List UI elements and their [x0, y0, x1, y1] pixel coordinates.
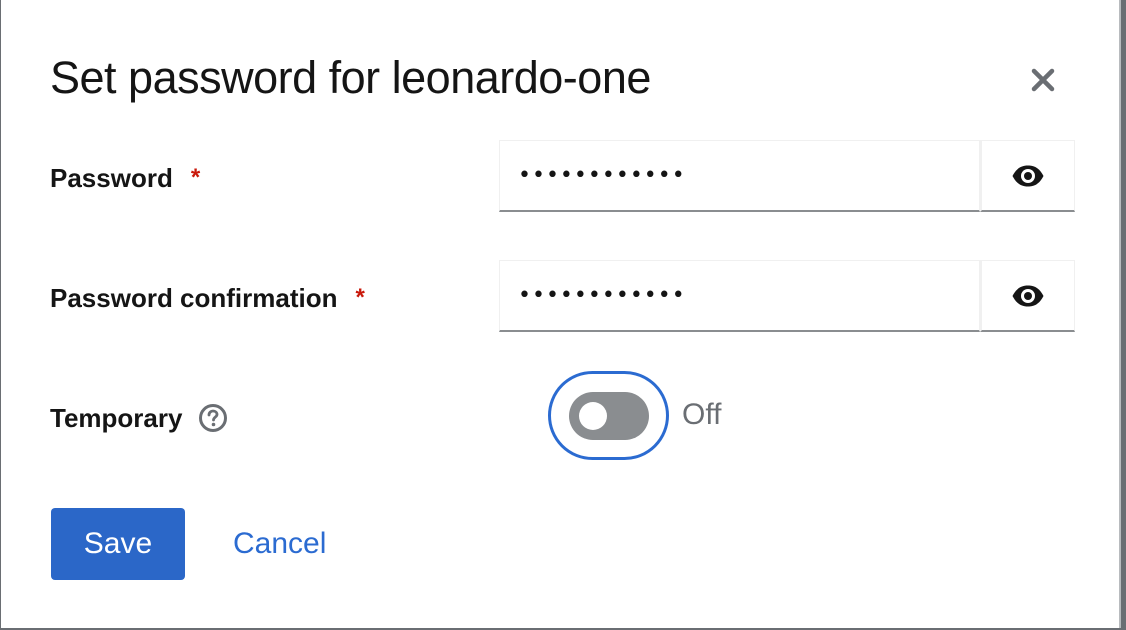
temporary-switch-knob [578, 401, 607, 430]
temporary-switch-track [568, 391, 649, 440]
temporary-help-button[interactable] [198, 403, 228, 433]
password-confirmation-label: Password confirmation * [50, 280, 365, 316]
eye-icon [1012, 165, 1044, 186]
password-confirmation-label-text: Password confirmation [50, 282, 338, 313]
password-required-mark: * [190, 164, 201, 191]
help-circle-icon [199, 404, 228, 432]
password-visibility-toggle[interactable] [980, 140, 1075, 212]
temporary-switch-state: Off [682, 398, 722, 431]
close-icon [1031, 68, 1055, 92]
password-input[interactable] [499, 140, 980, 212]
password-confirmation-visibility-toggle[interactable] [980, 260, 1075, 332]
password-confirmation-input-group [499, 260, 1075, 332]
temporary-label-text: Temporary [50, 402, 183, 433]
password-confirmation-required-mark: * [355, 284, 365, 311]
modal-title: Set password for leonardo-one [50, 52, 651, 103]
eye-icon [1012, 285, 1044, 306]
cancel-button[interactable]: Cancel [221, 508, 338, 580]
save-button[interactable]: Save [51, 508, 185, 580]
temporary-switch[interactable] [548, 371, 669, 460]
password-input-group [499, 140, 1075, 212]
password-label-text: Password [50, 162, 173, 193]
temporary-label: Temporary [50, 400, 228, 436]
set-password-modal: Set password for leonardo-one Password *… [1, 0, 1121, 628]
close-button[interactable] [1021, 58, 1065, 102]
password-label: Password * [50, 160, 200, 196]
password-confirmation-input[interactable] [499, 260, 980, 332]
